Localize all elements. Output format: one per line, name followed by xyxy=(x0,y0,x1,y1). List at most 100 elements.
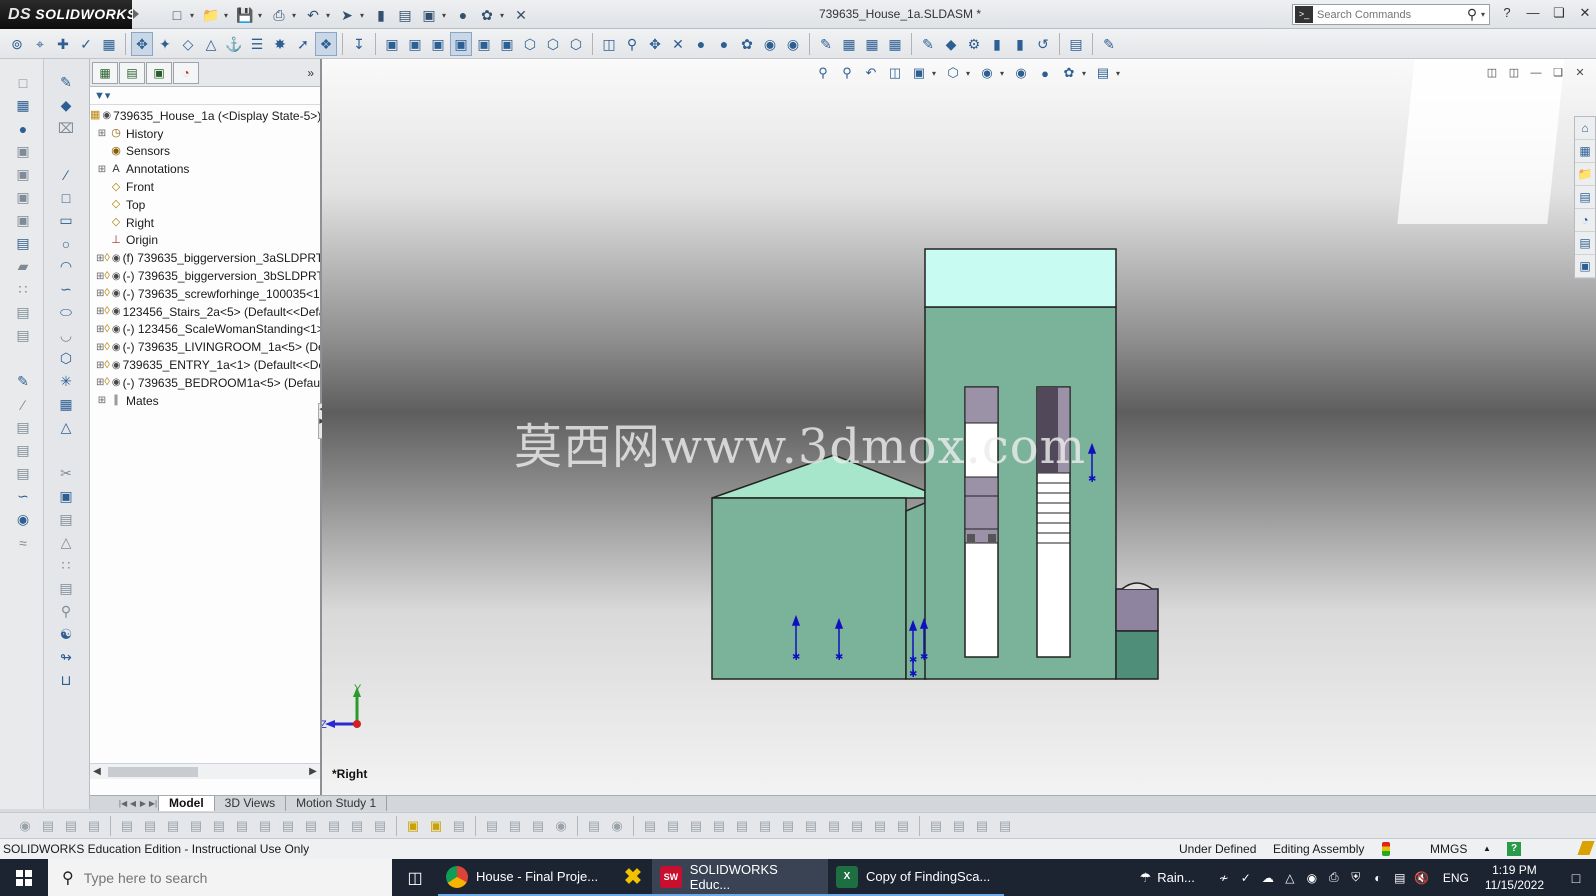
expand-icon[interactable]: ⊞ xyxy=(96,128,108,139)
toolbox-icon[interactable]: ▤ xyxy=(1065,32,1087,56)
appearance-icon[interactable]: ● xyxy=(690,32,712,56)
line-strip-icon[interactable]: ∕ xyxy=(0,393,44,416)
interference-detection-icon[interactable]: ⚙ xyxy=(963,32,985,56)
sketch-pencil-icon[interactable]: ✎ xyxy=(917,32,939,56)
expand-icon[interactable]: ⊞ xyxy=(96,288,104,299)
section-view-icon[interactable]: ◫ xyxy=(598,32,620,56)
bb-tool-39-icon[interactable]: ▤ xyxy=(948,815,970,837)
linear-pattern-icon[interactable]: ✚ xyxy=(52,32,74,56)
security-icon[interactable]: ⛨ xyxy=(1345,870,1367,885)
expand-icon[interactable]: ⊞ xyxy=(96,342,104,353)
trim-icon[interactable]: ✂ xyxy=(44,462,88,485)
bb-tool-38-icon[interactable]: ▤ xyxy=(925,815,947,837)
undo-icon[interactable]: ↶ xyxy=(302,4,324,26)
bb-tool-41-icon[interactable]: ▤ xyxy=(994,815,1016,837)
bb-tool-9-icon[interactable]: ▤ xyxy=(208,815,230,837)
language-indicator[interactable]: ENG xyxy=(1443,871,1469,885)
shield-tray-icon[interactable]: ✓ xyxy=(1235,871,1257,885)
instant3d-icon[interactable]: ❖ xyxy=(315,32,337,56)
ellipse-icon[interactable]: ⬭ xyxy=(44,301,88,324)
bb-tool-22-icon[interactable]: ▤ xyxy=(527,815,549,837)
bb-tool-27-icon[interactable]: ▤ xyxy=(662,815,684,837)
restore-icon[interactable]: ❏ xyxy=(1548,2,1570,24)
close-doc-icon[interactable]: ✕ xyxy=(510,4,532,26)
insert-components-icon[interactable]: ⊚ xyxy=(6,32,28,56)
more-tabs-icon[interactable]: » xyxy=(307,66,314,80)
dimetric-icon[interactable]: ⬡ xyxy=(565,32,587,56)
print-icon[interactable]: ⎙ xyxy=(268,4,290,26)
volume-muted-icon[interactable]: 🔇 xyxy=(1411,871,1433,885)
tree-item[interactable]: ⊞◊◉739635_ENTRY_1a<1> (Default<<Default> xyxy=(90,356,320,374)
bb-tool-32-icon[interactable]: ▤ xyxy=(777,815,799,837)
bb-tool-8-icon[interactable]: ▤ xyxy=(185,815,207,837)
tower-block[interactable] xyxy=(924,306,1117,680)
clearance-verification-icon[interactable]: ▮ xyxy=(986,32,1008,56)
select-arrow-icon[interactable]: ➤ xyxy=(336,4,358,26)
shadows-icon[interactable]: ● xyxy=(713,32,735,56)
featuremanager-tab-icon[interactable]: ▦ xyxy=(92,61,118,84)
assembly-strip-icon[interactable]: ▦ xyxy=(0,94,44,117)
smart-dimension-strip-icon[interactable]: ◆ xyxy=(44,94,88,117)
bb-tool-31-icon[interactable]: ▤ xyxy=(754,815,776,837)
bb-tool-26-icon[interactable]: ▤ xyxy=(639,815,661,837)
flex-strip-icon[interactable]: ▤ xyxy=(0,462,44,485)
pan-icon[interactable]: ✥ xyxy=(644,32,666,56)
display-relations-icon[interactable]: ⚲ xyxy=(44,600,88,623)
fillet-sketch-icon[interactable]: ◡ xyxy=(44,324,88,347)
exploded-view-icon[interactable]: ✸ xyxy=(269,32,291,56)
save-icon[interactable]: 💾 xyxy=(234,4,256,26)
measure-icon[interactable]: ✕ xyxy=(667,32,689,56)
text-sketch-icon[interactable]: ▦ xyxy=(44,393,88,416)
line-icon[interactable]: ∕ xyxy=(44,163,88,186)
rectangle-icon[interactable]: □ xyxy=(44,186,88,209)
new-part-icon[interactable]: ✎ xyxy=(815,32,837,56)
new-document-icon[interactable]: □ xyxy=(166,4,188,26)
isometric-icon[interactable]: ⬡ xyxy=(519,32,541,56)
options-icon[interactable]: ▣ xyxy=(418,4,440,26)
tree-item[interactable]: ◇ Right xyxy=(90,214,320,232)
cylinder-upper[interactable] xyxy=(1115,588,1159,632)
ambient-occlusion-icon[interactable]: ◉ xyxy=(759,32,781,56)
bb-tool-20-icon[interactable]: ▤ xyxy=(481,815,503,837)
scroll-thumb[interactable] xyxy=(108,766,198,777)
solidworks-logo[interactable]: DS SOLIDWORKS xyxy=(0,0,136,29)
slot-icon[interactable]: ▭ xyxy=(44,209,88,232)
tree-item[interactable]: ⊞◊◉123456_Stairs_2a<5> (Default<<Default… xyxy=(90,303,320,321)
realview-icon[interactable]: ✿ xyxy=(736,32,758,56)
bb-tool-17-icon[interactable]: ▣ xyxy=(402,815,424,837)
bb-tool-19-icon[interactable]: ▤ xyxy=(448,815,470,837)
quick-tips-icon[interactable]: ? xyxy=(1507,842,1521,856)
customize-toolbar-icon[interactable]: ✎ xyxy=(1098,32,1120,56)
prev-tab-icon[interactable]: ◀ xyxy=(128,799,138,808)
rebuild-icon[interactable]: ▮ xyxy=(370,4,392,26)
propertymanager-tab-icon[interactable]: ▤ xyxy=(119,61,145,84)
filter-icon[interactable]: ▼▾ xyxy=(90,87,320,105)
spline-icon[interactable]: ∽ xyxy=(44,278,88,301)
taskbar-app-x[interactable]: ✖ xyxy=(614,859,652,896)
tray-app-icon[interactable]: ◉ xyxy=(1301,871,1323,885)
bb-tool-16-icon[interactable]: ▤ xyxy=(369,815,391,837)
perspective-icon[interactable]: ◉ xyxy=(782,32,804,56)
tower-top-block[interactable] xyxy=(924,248,1117,308)
minimize-icon[interactable]: — xyxy=(1522,2,1544,24)
close-icon[interactable]: ✕ xyxy=(1574,2,1596,24)
tab-model[interactable]: Model xyxy=(158,796,215,811)
last-tab-icon[interactable]: ▶| xyxy=(148,799,158,808)
search-dropdown-icon[interactable]: ▾ xyxy=(1481,10,1489,19)
move-entities-icon[interactable]: ▤ xyxy=(44,577,88,600)
new-part-strip-icon[interactable]: □ xyxy=(0,71,44,94)
tree-horizontal-scrollbar[interactable]: ◀ ▶ xyxy=(90,763,320,779)
weather-widget[interactable]: ☂ Rain... xyxy=(1140,870,1195,886)
graphics-area[interactable]: ⚲ ⚲ ↶ ◫ ▣ ▾ ⬡ ▾ ◉ ▾ ◉ ● ✿ ▾ ▤ ▾ ◫ ◫ — ❏ ✕ ⌂ ▦… xyxy=(322,59,1596,795)
rib-strip-icon[interactable]: ▤ xyxy=(0,301,44,324)
show-hidden-icon[interactable]: ✦ xyxy=(154,32,176,56)
units-status[interactable]: MMGS xyxy=(1430,839,1467,859)
displaymanager-tab-icon[interactable]: ◔ xyxy=(173,61,199,84)
open-folder-icon[interactable]: 📁 xyxy=(200,4,222,26)
tray-chevron-icon[interactable]: ◐ xyxy=(1367,871,1389,885)
surface-strip-icon[interactable]: ▤ xyxy=(0,416,44,439)
tree-item[interactable]: ⊞◊◉(f) 739635_biggerversion_3aSLDPRT<1> xyxy=(90,249,320,267)
next-tab-icon[interactable]: ▶ xyxy=(138,799,148,808)
tree-root[interactable]: ▦ ◉ 739635_House_1a (<Display State-5>) xyxy=(90,107,320,125)
tree-item[interactable]: ⊥ Origin xyxy=(90,232,320,250)
